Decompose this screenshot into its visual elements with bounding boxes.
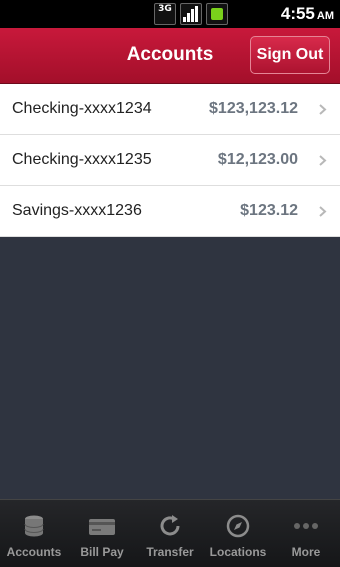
bill-pay-icon — [88, 512, 116, 540]
tab-label: More — [291, 545, 321, 559]
accounts-icon — [20, 512, 48, 540]
account-row[interactable]: Checking-xxxx1234 $123,123.12 — [0, 84, 340, 135]
tab-transfer[interactable]: Transfer — [136, 500, 204, 567]
status-icons: 3G — [154, 3, 228, 25]
account-balance: $123,123.12 — [209, 100, 298, 117]
account-balance: $123.12 — [240, 202, 298, 219]
chevron-right-icon — [317, 204, 328, 217]
sign-out-button[interactable]: Sign Out — [250, 36, 330, 74]
tab-bill-pay[interactable]: Bill Pay — [68, 500, 136, 567]
tab-label: Bill Pay — [80, 545, 124, 559]
account-name: Checking-xxxx1235 — [12, 151, 152, 168]
tab-bar: Accounts Bill Pay Transfer Locations Mor… — [0, 499, 340, 567]
account-name: Savings-xxxx1236 — [12, 202, 142, 219]
title-bar: Accounts Sign Out — [0, 28, 340, 84]
account-row[interactable]: Savings-xxxx1236 $123.12 — [0, 186, 340, 237]
status-time-value: 4:55 — [280, 4, 315, 23]
chevron-right-icon — [317, 153, 328, 166]
tab-accounts[interactable]: Accounts — [0, 500, 68, 567]
tab-locations[interactable]: Locations — [204, 500, 272, 567]
status-bar: 3G 4:55 AM — [0, 0, 340, 28]
status-time-ampm: AM — [316, 10, 334, 22]
tab-label: Transfer — [146, 545, 194, 559]
tab-label: Accounts — [6, 545, 62, 559]
tab-more[interactable]: More — [272, 500, 340, 567]
locations-icon — [224, 512, 252, 540]
network-3g-icon: 3G — [154, 3, 176, 25]
transfer-icon — [156, 512, 184, 540]
account-row[interactable]: Checking-xxxx1235 $12,123.00 — [0, 135, 340, 186]
signal-strength-icon — [180, 3, 202, 25]
status-time: 4:55 AM — [281, 4, 334, 24]
more-icon — [292, 512, 320, 540]
tab-label: Locations — [209, 545, 267, 559]
chevron-right-icon — [317, 102, 328, 115]
account-list: Checking-xxxx1234 $123,123.12 Checking-x… — [0, 84, 340, 237]
battery-icon — [206, 3, 228, 25]
account-name: Checking-xxxx1234 — [12, 100, 152, 117]
account-balance: $12,123.00 — [217, 151, 298, 168]
